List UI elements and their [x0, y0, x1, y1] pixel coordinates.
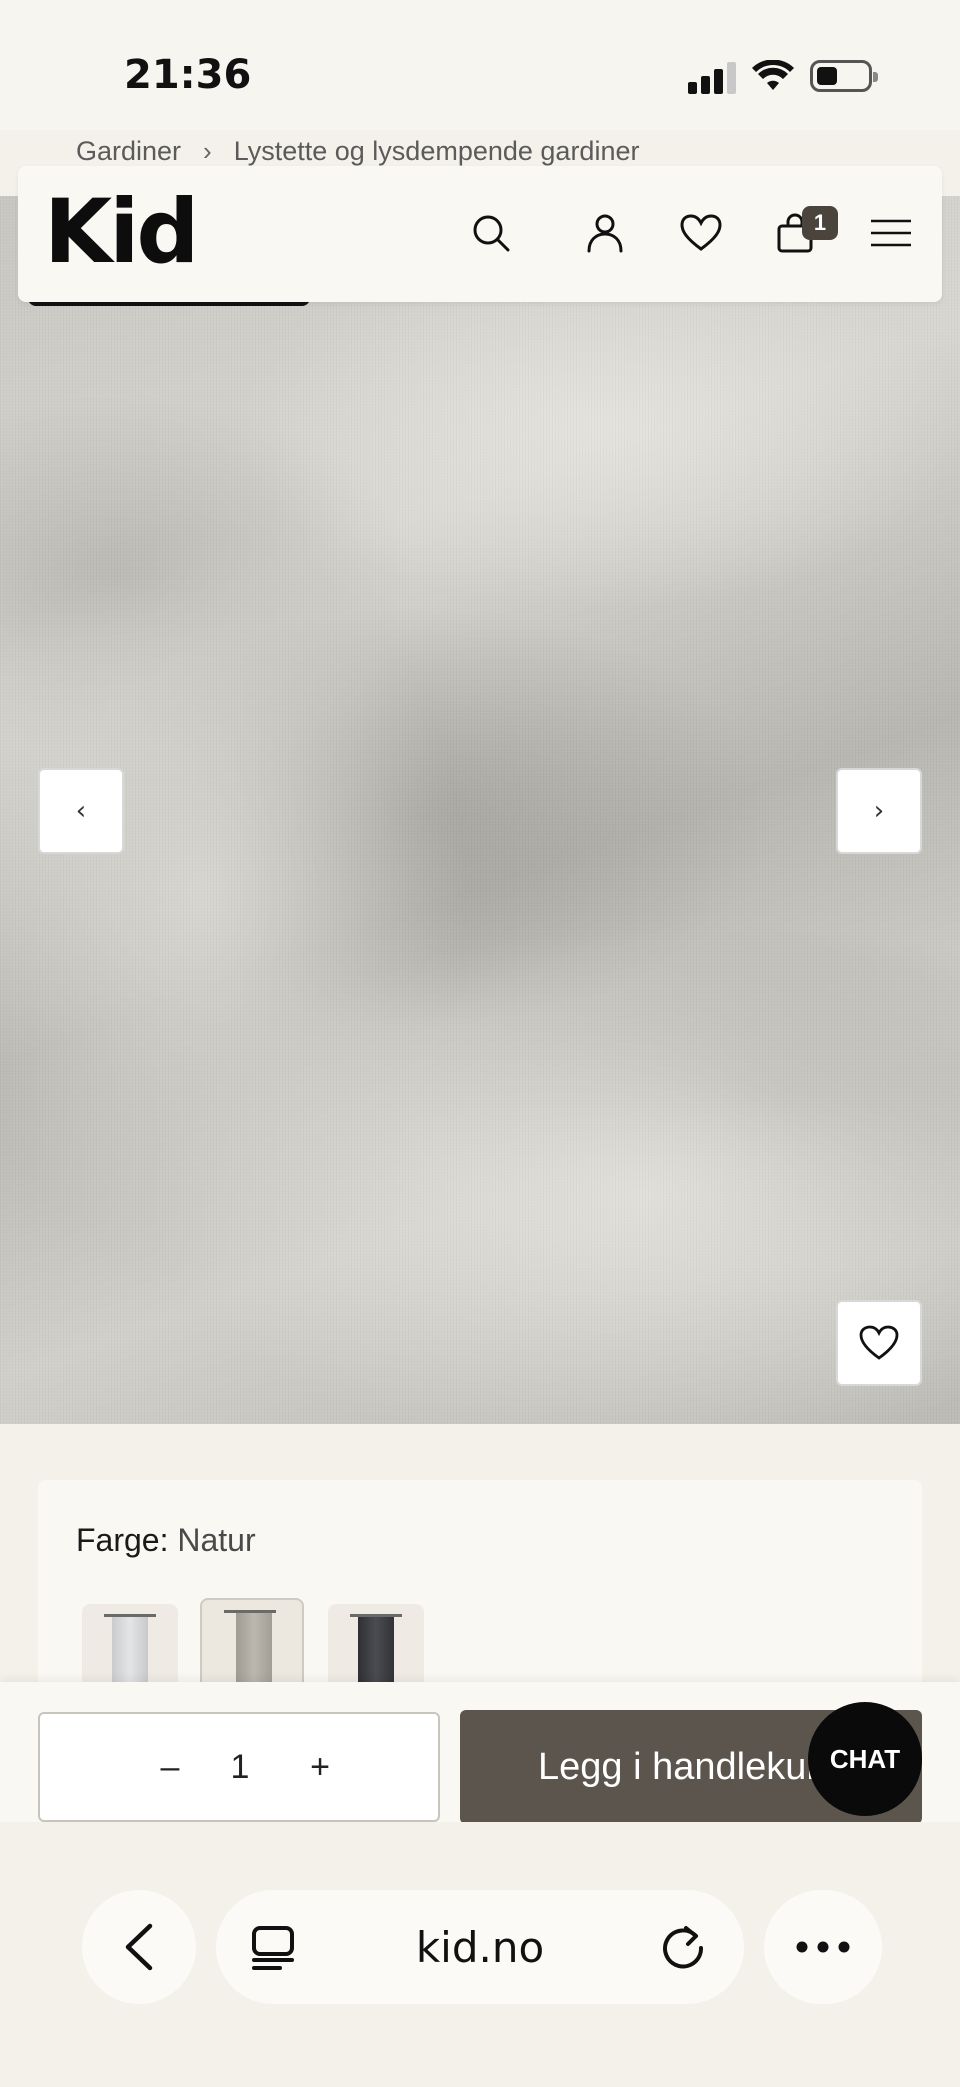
account-button[interactable]	[578, 206, 632, 260]
heart-icon	[859, 1325, 899, 1360]
color-label-key: Farge:	[76, 1522, 169, 1558]
quantity-value[interactable]: 1	[210, 1714, 270, 1820]
color-label: Farge: Natur	[76, 1522, 256, 1559]
search-button[interactable]	[464, 206, 518, 260]
battery-icon	[810, 60, 878, 92]
browser-back-button[interactable]	[82, 1890, 196, 2004]
status-time: 21:36	[124, 52, 252, 98]
color-label-value: Natur	[177, 1522, 256, 1558]
site-header: Kid 1	[18, 166, 942, 302]
chat-button[interactable]: CHAT	[808, 1702, 922, 1816]
status-bar: 21:36	[0, 0, 960, 130]
breadcrumb-separator: ›	[203, 136, 212, 166]
heart-icon	[680, 214, 722, 251]
add-to-wishlist-button[interactable]	[836, 1300, 922, 1386]
kid-logo[interactable]: Kid	[44, 184, 199, 280]
breadcrumb: Gardiner › Lystette og lysdempende gardi…	[76, 136, 639, 167]
carousel-next-button[interactable]: ›	[836, 768, 922, 854]
chevron-right-icon: ›	[873, 796, 885, 826]
wishlist-button[interactable]	[674, 206, 728, 260]
address-bar[interactable]: kid.no	[216, 1890, 744, 2004]
cellular-signal-icon	[688, 62, 736, 94]
hamburger-menu-icon	[871, 219, 911, 247]
breadcrumb-link-gardiner[interactable]: Gardiner	[76, 136, 181, 167]
product-image: ‹ ›	[0, 196, 960, 1424]
quantity-stepper: – 1 +	[38, 1712, 440, 1822]
fabric-texture	[0, 196, 960, 1424]
user-icon	[587, 214, 623, 253]
quantity-increase-button[interactable]: +	[290, 1714, 350, 1820]
browser-toolbar: kid.no	[0, 1822, 960, 2087]
more-dots-icon	[796, 1941, 850, 1953]
chevron-left-icon: ‹	[75, 796, 87, 826]
cart-count-badge: 1	[802, 206, 838, 240]
quantity-decrease-button[interactable]: –	[140, 1714, 200, 1820]
product-options: Farge: Natur	[38, 1480, 922, 1724]
reload-icon[interactable]	[656, 1920, 710, 1974]
menu-button[interactable]	[864, 206, 918, 260]
breadcrumb-link-current[interactable]: Lystette og lysdempende gardiner	[234, 136, 640, 167]
carousel-prev-button[interactable]: ‹	[38, 768, 124, 854]
chevron-left-icon	[125, 1923, 153, 1971]
browser-more-button[interactable]	[764, 1890, 882, 2004]
wifi-icon	[752, 60, 794, 90]
search-icon	[473, 215, 510, 252]
